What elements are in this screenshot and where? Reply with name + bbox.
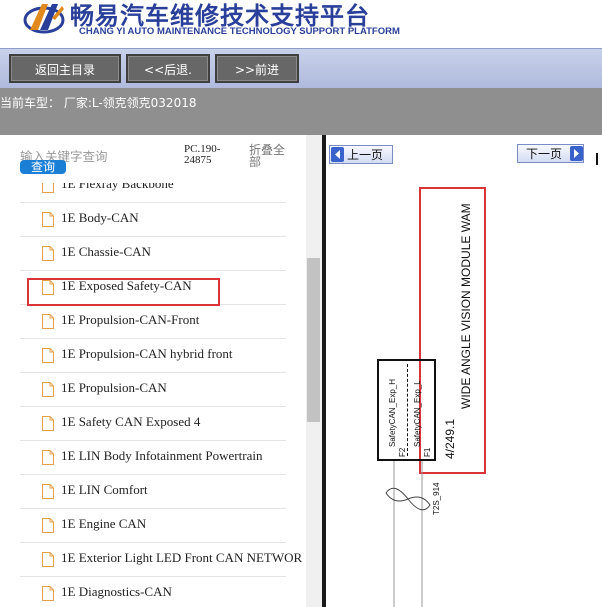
tree-item[interactable]: 1E Diagnostics-CAN	[20, 577, 286, 607]
tree-item[interactable]: 1E Body-CAN	[20, 203, 286, 237]
file-icon	[42, 484, 54, 499]
tree-item-label: 1E Propulsion-CAN	[61, 380, 167, 395]
arrow-right-icon	[570, 146, 583, 161]
nav-bar: 返回主目录 <<后退. >>前进	[0, 48, 602, 89]
right-pane: 上一页 下一页 WIDE ANGLE VISION MODULE WAM 4/2…	[326, 135, 602, 607]
tree-item-label: 1E LIN Body Infotainment Powertrain	[61, 448, 263, 463]
tree-item[interactable]: 1E Safety CAN Exposed 4	[20, 407, 286, 441]
tree-item-label: 1E Flexray Backbone	[61, 183, 174, 191]
tree-item[interactable]: 1E LIN Comfort	[20, 475, 286, 509]
info-bar: 当前车型： 厂家:L-领克领克032018	[0, 88, 602, 135]
file-icon	[42, 314, 54, 329]
logo-icon	[23, 4, 65, 34]
tree-item-label: 1E Exterior Light LED Front CAN NETWOR	[61, 550, 303, 565]
file-icon	[42, 246, 54, 261]
left-pane: 输入关键字查询 查询 PC.190-24875 折叠全部 1E Flexray …	[0, 135, 322, 607]
file-icon	[42, 348, 54, 363]
tree-item-label: 1E Diagnostics-CAN	[61, 584, 172, 599]
left-scrollbar-thumb[interactable]	[307, 258, 320, 422]
tree-item[interactable]: 1E Propulsion-CAN hybrid front	[20, 339, 286, 373]
site-header: 畅易汽车维修技术支持平台 CHANG YI AUTO MAINTENANCE T…	[0, 0, 602, 48]
file-icon	[42, 552, 54, 567]
file-icon	[42, 518, 54, 533]
tree-item-label: 1E Body-CAN	[61, 210, 139, 225]
document-code: PC.190-24875	[184, 143, 221, 166]
file-icon	[42, 450, 54, 465]
wire-lines	[385, 461, 431, 607]
file-icon	[42, 382, 54, 397]
tree-item[interactable]: 1E Chassie-CAN	[20, 237, 286, 271]
highlight-annotation	[27, 278, 220, 306]
tree-item[interactable]: 1E Exterior Light LED Front CAN NETWOR	[20, 543, 302, 577]
tree-item-label: 1E Safety CAN Exposed 4	[61, 414, 201, 429]
tree-item[interactable]: 1E Propulsion-CAN-Front	[20, 305, 286, 339]
file-icon	[42, 416, 54, 431]
tree-item-label: 1E Engine CAN	[61, 516, 147, 531]
prev-page-button[interactable]: 上一页	[329, 145, 393, 164]
tree-item-label: 1E Chassie-CAN	[61, 244, 151, 259]
page-edge	[596, 153, 602, 165]
tree-list: 1E Flexray Backbone 1E Body-CAN 1E Chass…	[0, 183, 306, 607]
tree-item-label: 1E Propulsion-CAN hybrid front	[61, 346, 233, 361]
next-page-button[interactable]: 下一页	[517, 144, 584, 163]
next-page-label: 下一页	[526, 147, 563, 161]
collapse-all-link[interactable]: 折叠全部	[249, 144, 289, 168]
pager-bar: 上一页 下一页	[326, 135, 602, 175]
forward-button[interactable]: >>前进	[215, 54, 299, 83]
site-title-en: CHANG YI AUTO MAINTENANCE TECHNOLOGY SUP…	[79, 26, 400, 37]
wiring-diagram: WIDE ANGLE VISION MODULE WAM 4/249.1 Saf…	[326, 175, 602, 607]
search-button[interactable]: 查询	[20, 160, 66, 174]
tree-item[interactable]: 1E Propulsion-CAN	[20, 373, 286, 407]
file-icon	[42, 586, 54, 601]
home-button[interactable]: 返回主目录	[9, 54, 121, 83]
tree-item[interactable]: 1E LIN Body Infotainment Powertrain	[20, 441, 286, 475]
tree-item[interactable]: 1E Engine CAN	[20, 509, 286, 543]
file-icon	[42, 183, 54, 193]
tree-item[interactable]: 1E Flexray Backbone	[20, 183, 286, 203]
current-model-label: 当前车型： 厂家:L-领克领克032018	[0, 96, 197, 110]
prev-page-label: 上一页	[347, 148, 384, 162]
tree-item-label: 1E LIN Comfort	[61, 482, 148, 497]
back-button[interactable]: <<后退.	[126, 54, 210, 83]
file-icon	[42, 212, 54, 227]
tree-item-label: 1E Propulsion-CAN-Front	[61, 312, 200, 327]
arrow-left-icon	[331, 147, 344, 162]
